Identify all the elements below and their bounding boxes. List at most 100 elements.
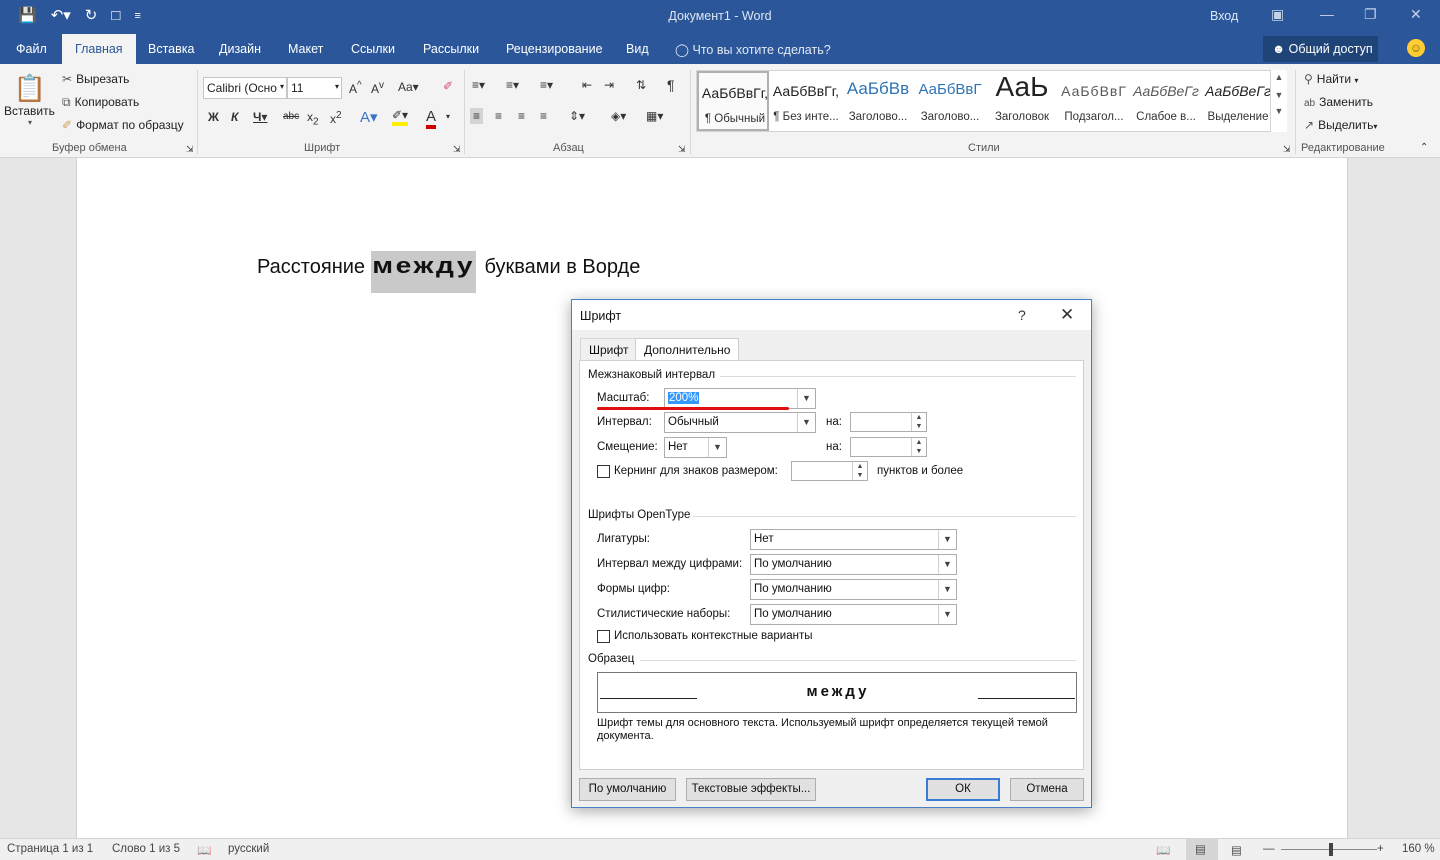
styles-launcher-icon[interactable]: ⇲ (1283, 144, 1291, 155)
spinner-arrows-icon[interactable]: ▲ ▼ (911, 438, 926, 456)
style-normal[interactable]: АаБбВвГг, ¶ Обычный (697, 71, 769, 131)
spacing-select[interactable]: Обычный ▼ (664, 412, 816, 433)
strikethrough-icon[interactable]: abc (283, 111, 299, 122)
selected-word[interactable]: между (370, 251, 476, 293)
borders-icon[interactable]: ▦▾ (646, 109, 663, 123)
select-button[interactable]: ↗ Выделить▾ (1304, 118, 1377, 132)
tab-insert[interactable]: Вставка (148, 42, 194, 56)
word-count[interactable]: Слово 1 из 5 (112, 843, 180, 855)
share-button[interactable]: ☻ Общий доступ (1263, 36, 1378, 62)
number-forms-select[interactable]: По умолчанию ▼ (750, 579, 957, 600)
shrink-font-icon[interactable]: Av (371, 80, 384, 96)
align-left-icon[interactable]: ≡ (470, 108, 484, 124)
scroll-down-icon[interactable]: ▼ (1271, 90, 1287, 100)
tab-mailings[interactable]: Рассылки (423, 42, 479, 56)
cancel-button[interactable]: Отмена (1010, 778, 1084, 801)
feedback-smiley-icon[interactable]: ☺ (1407, 39, 1425, 57)
close-window-icon[interactable]: ✕ (1410, 6, 1422, 23)
tab-review[interactable]: Рецензирование (506, 42, 603, 56)
shading-icon[interactable]: ◈▾ (611, 109, 626, 123)
minimize-icon[interactable]: — (1320, 6, 1334, 22)
italic-icon[interactable]: К (231, 110, 238, 124)
paste-dropdown-icon[interactable]: ▾ (8, 118, 52, 127)
text-effects-button[interactable]: Текстовые эффекты... (686, 778, 816, 801)
stylistic-sets-select[interactable]: По умолчанию ▼ (750, 604, 957, 625)
zoom-slider-thumb[interactable] (1329, 843, 1333, 856)
zoom-out-icon[interactable]: — (1263, 843, 1275, 855)
style-subtitle[interactable]: АаБбВвГ Подзагол... (1058, 71, 1130, 131)
grow-font-icon[interactable]: A^ (349, 80, 362, 96)
paragraph-launcher-icon[interactable]: ⇲ (678, 144, 686, 155)
zoom-level[interactable]: 160 % (1402, 843, 1435, 855)
tab-view[interactable]: Вид (626, 42, 649, 56)
page-count[interactable]: Страница 1 из 1 (7, 843, 93, 855)
tab-references[interactable]: Ссылки (351, 42, 395, 56)
style-title[interactable]: АаЬ Заголовок (986, 71, 1058, 131)
pilcrow-icon[interactable]: ¶ (667, 77, 675, 93)
spinner-arrows-icon[interactable]: ▲ ▼ (852, 462, 867, 480)
styles-more-icon[interactable]: ▼ (1271, 106, 1287, 116)
style-heading-1[interactable]: АаБбВв Заголово... (842, 71, 914, 131)
font-size-combo[interactable]: 11 ▾ (287, 77, 342, 99)
style-no-spacing[interactable]: АаБбВвГг, ¶ Без инте... (770, 71, 842, 131)
cut-button[interactable]: ✂ Вырезать (62, 72, 129, 86)
style-subtle-emphasis[interactable]: АаБбВеГг Слабое в... (1130, 71, 1202, 131)
close-icon[interactable]: ✕ (1060, 305, 1074, 325)
styles-scroll[interactable]: ▲ ▼ ▼ (1270, 70, 1287, 132)
restore-icon[interactable]: ❐ (1364, 6, 1377, 23)
document-text-line[interactable]: Расстояние между буквами в Ворде (257, 251, 640, 293)
font-launcher-icon[interactable]: ⇲ (453, 144, 461, 155)
position-by-spinner[interactable]: ▲ ▼ (850, 437, 927, 457)
decrease-indent-icon[interactable]: ⇤ (582, 78, 592, 92)
spacing-by-spinner[interactable]: ▲ ▼ (850, 412, 927, 432)
justify-icon[interactable]: ≡ (540, 109, 547, 123)
chevron-down-icon[interactable]: ▾ (446, 112, 450, 121)
proofing-icon[interactable]: 📖 (197, 843, 211, 857)
set-default-button[interactable]: По умолчанию (579, 778, 676, 801)
style-emphasis[interactable]: АаБбВеГг Выделение (1202, 71, 1274, 131)
contextual-alternates-checkbox[interactable] (597, 630, 610, 643)
language[interactable]: русский (228, 843, 269, 855)
multilevel-list-icon[interactable]: ≡▾ (540, 78, 553, 92)
tab-advanced[interactable]: Дополнительно (635, 338, 740, 361)
kerning-checkbox[interactable] (597, 465, 610, 478)
copy-button[interactable]: ⧉ Копировать (62, 95, 139, 110)
scroll-up-icon[interactable]: ▲ (1271, 72, 1287, 82)
change-case-icon[interactable]: Aa▾ (398, 80, 419, 94)
tab-layout[interactable]: Макет (288, 42, 323, 56)
format-painter-button[interactable]: ✐ Формат по образцу (62, 118, 184, 132)
tab-home[interactable]: Главная (62, 34, 136, 65)
tell-me-box[interactable]: ◯ Что вы хотите сделать? (675, 42, 831, 57)
align-center-icon[interactable]: ≡ (495, 109, 502, 123)
replace-button[interactable]: ab Заменить (1304, 95, 1373, 109)
text-effects-icon[interactable]: A▾ (360, 108, 378, 126)
collapse-ribbon-icon[interactable]: ⌃ (1420, 142, 1428, 153)
font-color-icon[interactable]: A (426, 108, 437, 129)
increase-indent-icon[interactable]: ⇥ (604, 78, 614, 92)
scale-select[interactable]: 200% ▼ (664, 388, 816, 409)
tab-font[interactable]: Шрифт (580, 338, 638, 360)
align-right-icon[interactable]: ≡ (518, 109, 525, 123)
ligatures-select[interactable]: Нет ▼ (750, 529, 957, 550)
style-heading-2[interactable]: АаБбВвГ Заголово... (914, 71, 986, 131)
highlight-color-icon[interactable]: ✐▾ (392, 108, 409, 126)
tab-file[interactable]: Файл (16, 42, 47, 56)
help-icon[interactable]: ? (1018, 307, 1026, 323)
number-spacing-select[interactable]: По умолчанию ▼ (750, 554, 957, 575)
clear-formatting-icon[interactable]: ✐ (443, 79, 453, 93)
clipboard-launcher-icon[interactable]: ⇲ (186, 144, 194, 155)
ribbon-display-options-icon[interactable]: ▣ (1271, 6, 1284, 23)
underline-icon[interactable]: Ч▾ (253, 110, 267, 124)
zoom-in-icon[interactable]: + (1377, 843, 1384, 855)
tab-design[interactable]: Дизайн (219, 42, 261, 56)
sort-icon[interactable]: ⇅ (636, 78, 646, 92)
find-button[interactable]: ⚲ Найти ▾ (1304, 72, 1358, 86)
bullets-icon[interactable]: ≡▾ (472, 78, 485, 92)
subscript-icon[interactable]: x2 (307, 110, 319, 127)
ok-button[interactable]: ОК (926, 778, 1000, 801)
read-mode-icon[interactable]: 📖 (1156, 843, 1170, 857)
signin-link[interactable]: Вход (1210, 9, 1238, 23)
numbering-icon[interactable]: ≡▾ (506, 78, 519, 92)
web-layout-icon[interactable]: ▤ (1231, 843, 1242, 857)
spinner-arrows-icon[interactable]: ▲ ▼ (911, 413, 926, 431)
